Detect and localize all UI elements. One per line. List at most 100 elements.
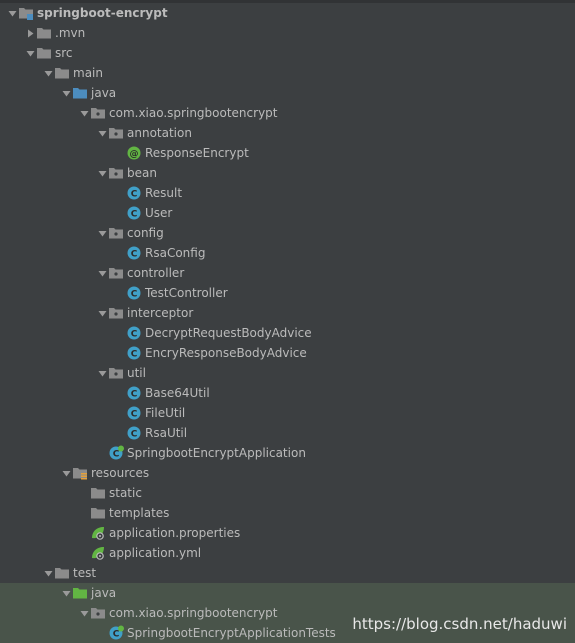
tree-item-label: SpringbootEncryptApplication bbox=[127, 446, 306, 460]
tree-row[interactable]: application.yml bbox=[0, 543, 575, 563]
tree-item-label: main bbox=[73, 66, 103, 80]
chevron-down-icon[interactable] bbox=[60, 463, 72, 483]
package-icon bbox=[108, 125, 124, 141]
tree-row[interactable]: main bbox=[0, 63, 575, 83]
folder-icon bbox=[36, 45, 52, 61]
class-icon: C bbox=[126, 425, 142, 441]
chevron-down-icon[interactable] bbox=[96, 363, 108, 383]
tree-row[interactable]: C DecryptRequestBodyAdvice bbox=[0, 323, 575, 343]
svg-text:C: C bbox=[131, 409, 138, 419]
svg-text:C: C bbox=[131, 389, 138, 399]
tree-row[interactable]: C RsaConfig bbox=[0, 243, 575, 263]
chevron-down-icon[interactable] bbox=[42, 563, 54, 583]
chevron-down-icon[interactable] bbox=[96, 263, 108, 283]
tree-item-label: Base64Util bbox=[145, 386, 210, 400]
tree-item-label: java bbox=[91, 586, 117, 600]
annotation-icon: @ bbox=[126, 145, 142, 161]
chevron-down-icon[interactable] bbox=[60, 83, 72, 103]
tree-item-label: src bbox=[55, 46, 73, 60]
chevron-down-icon[interactable] bbox=[6, 3, 18, 23]
tree-row[interactable]: controller bbox=[0, 263, 575, 283]
project-tree[interactable]: springboot-encrypt .mvn src main java com.xia… bbox=[0, 0, 575, 643]
tree-row[interactable]: C Result bbox=[0, 183, 575, 203]
tree-item-label: Result bbox=[145, 186, 183, 200]
tree-row[interactable]: interceptor bbox=[0, 303, 575, 323]
svg-text:@: @ bbox=[130, 149, 139, 159]
spring-config-icon bbox=[90, 525, 106, 541]
tree-item-label: User bbox=[145, 206, 173, 220]
chevron-down-icon[interactable] bbox=[96, 163, 108, 183]
svg-text:C: C bbox=[131, 289, 138, 299]
tree-item-label: TestController bbox=[145, 286, 228, 300]
chevron-down-icon[interactable] bbox=[24, 43, 36, 63]
svg-text:C: C bbox=[113, 629, 120, 639]
chevron-down-icon[interactable] bbox=[60, 583, 72, 603]
tree-item-label: ResponseEncrypt bbox=[145, 146, 249, 160]
svg-text:C: C bbox=[131, 349, 138, 359]
tree-row[interactable]: C FileUtil bbox=[0, 403, 575, 423]
tree-item-label: util bbox=[127, 366, 146, 380]
tree-row[interactable]: .mvn bbox=[0, 23, 575, 43]
tree-row[interactable]: application.properties bbox=[0, 523, 575, 543]
tree-row[interactable]: src bbox=[0, 43, 575, 63]
tree-item-label: config bbox=[127, 226, 164, 240]
spring-boot-class-icon: C bbox=[108, 445, 124, 461]
tree-item-label: templates bbox=[109, 506, 170, 520]
tree-item-label: EncryResponseBodyAdvice bbox=[145, 346, 307, 360]
tree-row[interactable]: templates bbox=[0, 503, 575, 523]
folder-icon bbox=[54, 565, 70, 581]
resources-folder-icon bbox=[72, 465, 88, 481]
chevron-down-icon[interactable] bbox=[96, 303, 108, 323]
svg-text:C: C bbox=[131, 329, 138, 339]
tree-row[interactable]: bean bbox=[0, 163, 575, 183]
tree-row[interactable]: resources bbox=[0, 463, 575, 483]
chevron-right-icon[interactable] bbox=[24, 23, 36, 43]
tree-item-label: bean bbox=[127, 166, 157, 180]
tree-row[interactable]: C RsaUtil bbox=[0, 423, 575, 443]
tree-row[interactable]: C EncryResponseBodyAdvice bbox=[0, 343, 575, 363]
tree-item-label: SpringbootEncryptApplicationTests bbox=[127, 626, 336, 640]
tree-item-label: RsaConfig bbox=[145, 246, 206, 260]
source-folder-icon bbox=[72, 85, 88, 101]
tree-row[interactable]: C SpringbootEncryptApplication bbox=[0, 443, 575, 463]
tree-row[interactable]: java bbox=[0, 583, 575, 603]
folder-icon bbox=[90, 485, 106, 501]
tree-row[interactable]: @ ResponseEncrypt bbox=[0, 143, 575, 163]
package-icon bbox=[108, 225, 124, 241]
class-icon: C bbox=[126, 385, 142, 401]
package-icon bbox=[108, 365, 124, 381]
chevron-down-icon[interactable] bbox=[42, 63, 54, 83]
module-folder-icon bbox=[18, 5, 34, 21]
tree-row[interactable]: util bbox=[0, 363, 575, 383]
spring-boot-class-icon: C bbox=[108, 625, 124, 641]
tree-row[interactable]: C User bbox=[0, 203, 575, 223]
tree-row[interactable]: test bbox=[0, 563, 575, 583]
tree-item-label: controller bbox=[127, 266, 185, 280]
chevron-down-icon[interactable] bbox=[96, 123, 108, 143]
tree-row[interactable]: java bbox=[0, 83, 575, 103]
tree-item-label: java bbox=[91, 86, 117, 100]
tree-item-label: interceptor bbox=[127, 306, 194, 320]
svg-text:C: C bbox=[131, 209, 138, 219]
test-source-folder-icon bbox=[72, 585, 88, 601]
spring-config-icon bbox=[90, 545, 106, 561]
class-icon: C bbox=[126, 185, 142, 201]
chevron-down-icon[interactable] bbox=[78, 603, 90, 623]
tree-row[interactable]: annotation bbox=[0, 123, 575, 143]
tree-row[interactable]: springboot-encrypt bbox=[0, 3, 575, 23]
class-icon: C bbox=[126, 205, 142, 221]
tree-row[interactable]: C TestController bbox=[0, 283, 575, 303]
tree-row[interactable]: C Base64Util bbox=[0, 383, 575, 403]
tree-item-label: resources bbox=[91, 466, 150, 480]
tree-row[interactable]: static bbox=[0, 483, 575, 503]
tree-item-label: FileUtil bbox=[145, 406, 186, 420]
package-icon bbox=[90, 605, 106, 621]
tree-item-label: com.xiao.springbootencrypt bbox=[109, 606, 278, 620]
tree-row[interactable]: com.xiao.springbootencrypt bbox=[0, 103, 575, 123]
tree-item-label: application.properties bbox=[109, 526, 241, 540]
package-icon bbox=[108, 165, 124, 181]
tree-row[interactable]: config bbox=[0, 223, 575, 243]
class-icon: C bbox=[126, 325, 142, 341]
chevron-down-icon[interactable] bbox=[96, 223, 108, 243]
chevron-down-icon[interactable] bbox=[78, 103, 90, 123]
